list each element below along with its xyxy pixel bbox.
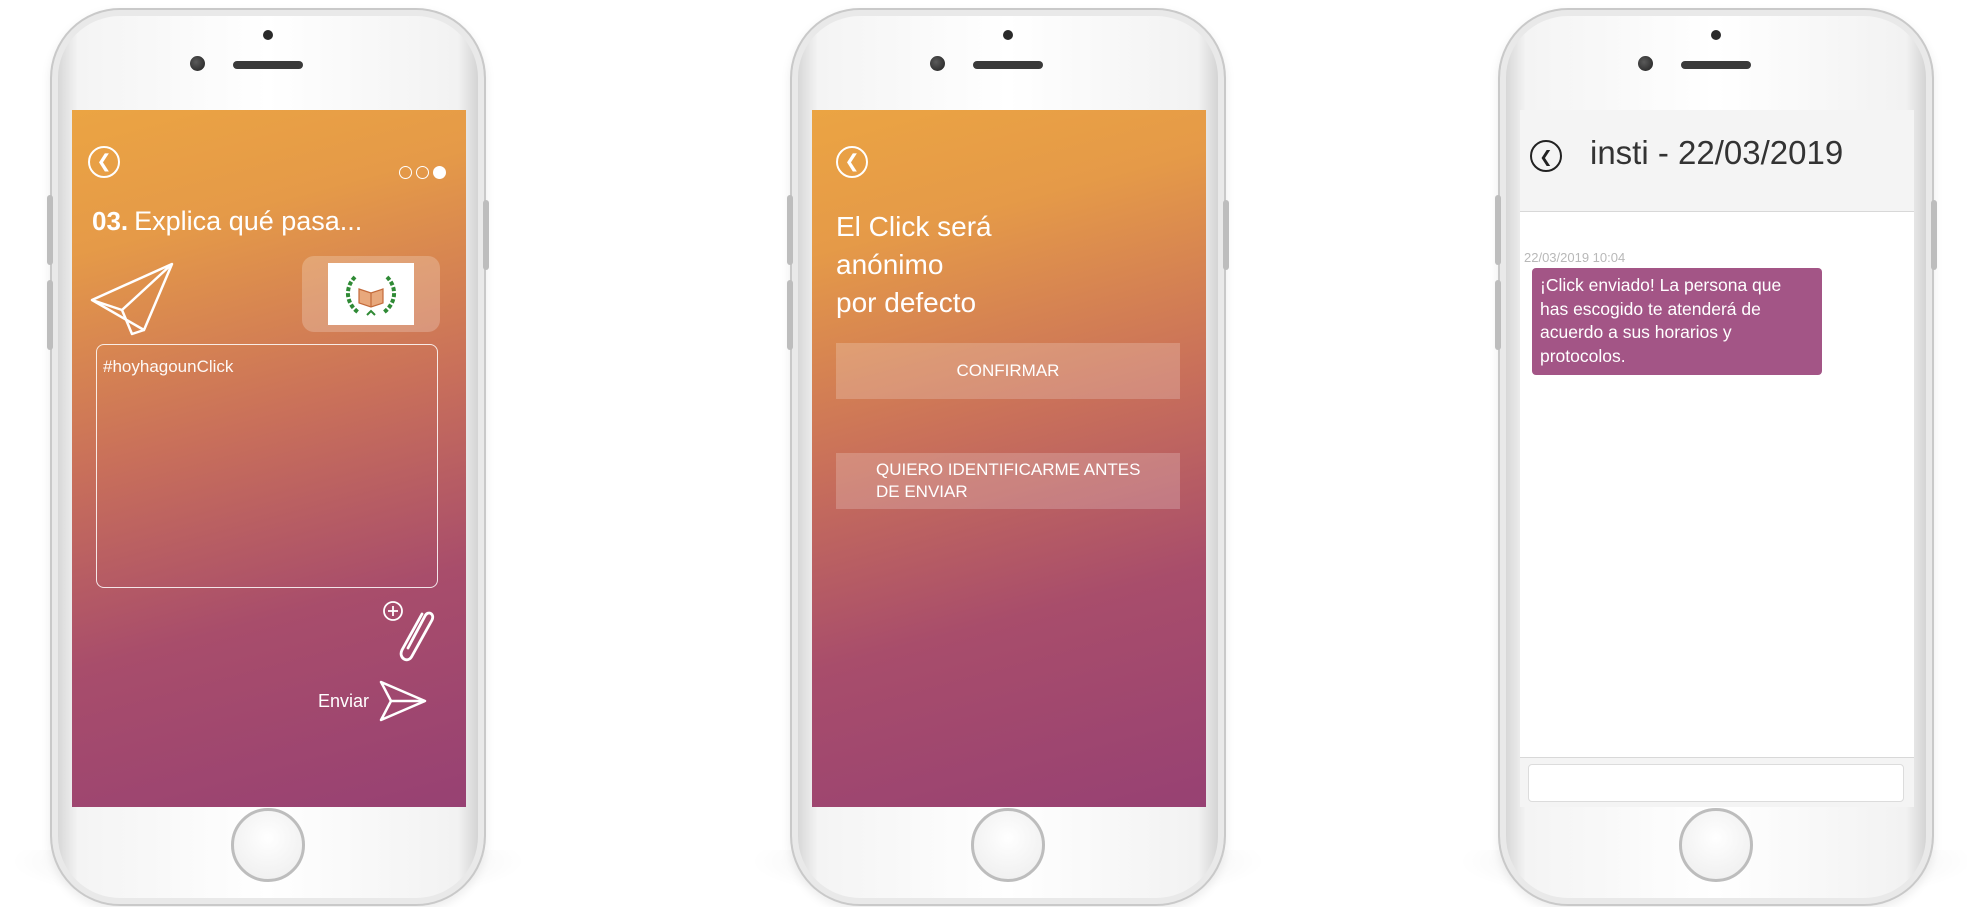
school-logo-card[interactable] bbox=[302, 256, 440, 332]
message-textarea[interactable] bbox=[96, 344, 438, 588]
front-camera bbox=[930, 56, 945, 71]
step-dot-3-active bbox=[433, 166, 446, 179]
phone-3: ❮ insti - 22/03/2019 22/03/2019 10:04 ¡C… bbox=[1495, 8, 1937, 906]
chat-input[interactable] bbox=[1528, 764, 1904, 802]
identify-label-line-1: QUIERO IDENTIFICARME ANTES bbox=[876, 459, 1141, 479]
paper-plane-icon bbox=[90, 262, 174, 336]
step-title: 03. Explica qué pasa... bbox=[92, 206, 362, 237]
anonymity-line-2: por defecto bbox=[836, 286, 977, 318]
back-arrow-icon: ❮ bbox=[96, 151, 112, 172]
phone-1: ❮ 03. Explica qué pasa... #hoyhagounClic… bbox=[47, 8, 489, 906]
volume-up-button bbox=[47, 195, 53, 265]
front-sensor bbox=[263, 30, 273, 40]
back-arrow-icon: ❮ bbox=[1539, 146, 1553, 166]
front-camera bbox=[190, 56, 205, 71]
front-camera bbox=[1638, 56, 1653, 71]
chat-title: insti - 22/03/2019 bbox=[1590, 134, 1844, 171]
step-progress-dots bbox=[399, 166, 446, 179]
back-button[interactable]: ❮ bbox=[88, 146, 120, 178]
identify-label-line-2: DE ENVIAR bbox=[876, 482, 968, 501]
chat-header: ❮ insti - 22/03/2019 bbox=[1520, 110, 1914, 212]
volume-up-button bbox=[787, 195, 793, 265]
power-button bbox=[483, 200, 489, 270]
earpiece-speaker bbox=[1681, 61, 1751, 69]
home-button bbox=[231, 808, 305, 882]
power-button bbox=[1223, 200, 1229, 270]
identify-before-send-button[interactable]: QUIERO IDENTIFICARME ANTES DE ENVIAR bbox=[836, 453, 1180, 509]
back-button[interactable]: ❮ bbox=[1530, 140, 1562, 172]
power-button bbox=[1931, 200, 1937, 270]
phone-2: ❮ El Click será anónimo por defecto CONF… bbox=[787, 8, 1229, 906]
volume-down-button bbox=[787, 280, 793, 350]
send-arrow-icon bbox=[379, 680, 427, 722]
volume-up-button bbox=[1495, 195, 1501, 265]
confirm-button[interactable]: CONFIRMAR bbox=[836, 343, 1180, 399]
step-title-text: Explica qué pasa... bbox=[134, 206, 363, 236]
earpiece-speaker bbox=[973, 61, 1043, 69]
back-button[interactable]: ❮ bbox=[836, 146, 868, 178]
screen-anonymity: ❮ El Click será anónimo por defecto CONF… bbox=[812, 110, 1206, 807]
front-sensor bbox=[1003, 30, 1013, 40]
home-button bbox=[971, 808, 1045, 882]
confirm-label: CONFIRMAR bbox=[956, 361, 1060, 380]
home-button bbox=[1679, 808, 1753, 882]
message-bubble: ¡Click enviado! La persona que has escog… bbox=[1532, 268, 1822, 375]
volume-down-button bbox=[47, 280, 53, 350]
chat-footer bbox=[1520, 757, 1914, 807]
step-dot-1 bbox=[399, 166, 412, 179]
school-logo-icon bbox=[346, 275, 396, 316]
attach-plus-icon[interactable] bbox=[382, 600, 444, 666]
step-dot-2 bbox=[416, 166, 429, 179]
anonymity-notice: El Click será anónimo por defecto bbox=[836, 208, 1096, 321]
front-sensor bbox=[1711, 30, 1721, 40]
school-logo bbox=[328, 263, 414, 325]
screen-chat: ❮ insti - 22/03/2019 22/03/2019 10:04 ¡C… bbox=[1520, 110, 1914, 807]
screen-step-3: ❮ 03. Explica qué pasa... #hoyhagounClic… bbox=[72, 110, 466, 807]
message-timestamp: 22/03/2019 10:04 bbox=[1524, 250, 1626, 265]
back-arrow-icon: ❮ bbox=[844, 151, 860, 172]
earpiece-speaker bbox=[233, 61, 303, 69]
send-button[interactable]: Enviar bbox=[318, 678, 429, 724]
send-label: Enviar bbox=[318, 690, 370, 711]
anonymity-line-1: El Click será anónimo bbox=[836, 211, 992, 280]
volume-down-button bbox=[1495, 280, 1501, 350]
step-number: 03. bbox=[92, 206, 129, 236]
